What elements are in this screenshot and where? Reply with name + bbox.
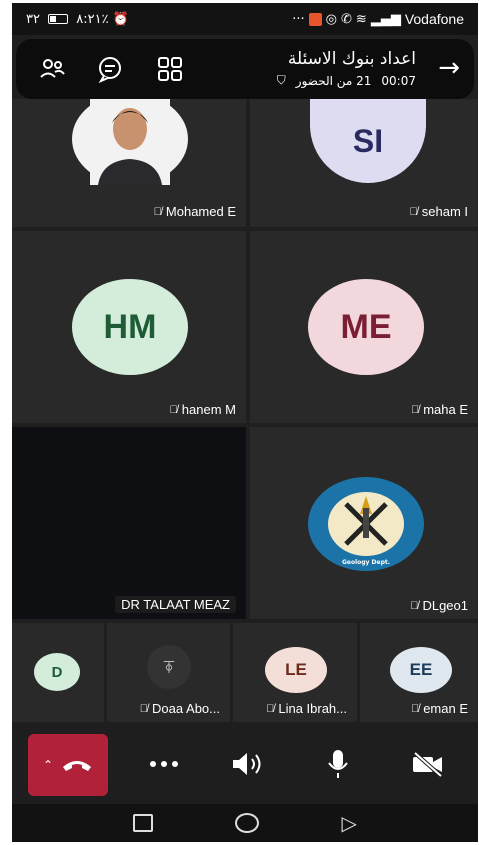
avatar-photo — [72, 99, 188, 185]
avatar-initials: ME — [308, 279, 424, 375]
mic-off-icon: 🎙̸ — [409, 205, 418, 218]
participant-name: DR TALAAT MEAZ — [115, 596, 236, 613]
participant-tile[interactable]: Geology Dept. 🎙̸ DLgeo1 — [250, 427, 478, 619]
carrier-name: Vodafone — [404, 11, 464, 27]
microphone-icon — [328, 750, 348, 778]
mic-off-icon: 🎙̸ — [153, 205, 162, 218]
microphone-button[interactable] — [316, 744, 360, 784]
whatsapp-icon: ✆ — [341, 11, 352, 27]
avatar-initials: SI — [310, 99, 426, 183]
mic-off-icon: 🎙̸ — [139, 702, 149, 715]
meeting-title: اعداد بنوك الاسئلة — [287, 49, 416, 69]
call-duration: 00:07 — [381, 73, 416, 88]
back-arrow-icon[interactable]: → — [438, 53, 460, 83]
participant-tile[interactable]: HM 🎙̸ hanem M — [12, 231, 246, 423]
hangup-button[interactable]: ⌃ — [28, 734, 108, 796]
signal-icon: ▂▄▆ — [370, 11, 401, 27]
small-participant-tile[interactable]: LE 🎙̸ Lina Ibrah... — [233, 623, 357, 722]
more-icon — [150, 761, 178, 767]
participant-tile[interactable]: SI 🎙̸ seham I — [250, 99, 478, 227]
back-button[interactable]: ▷ — [342, 811, 357, 835]
attendee-count: 21 من الحضور — [295, 73, 372, 88]
status-right: ··· ◎ ✆ ≋ ▂▄▆ Vodafone — [292, 11, 464, 27]
more-options-button[interactable] — [142, 744, 186, 784]
mic-off-icon: 🎙̸ — [410, 702, 420, 715]
participant-tile[interactable]: 🎙̸ Mohamed E — [12, 99, 246, 227]
shield-icon: ⛉ — [276, 73, 286, 87]
battery-icon — [48, 14, 69, 24]
instagram-icon: ◎ — [325, 11, 338, 27]
camera-button[interactable] — [406, 744, 450, 784]
mic-off-icon: 🎙̸ — [169, 403, 178, 416]
notifications-more-icon: ··· — [292, 11, 305, 27]
avatar-initials: LE — [265, 647, 327, 693]
logo-text: Geology Dept. — [342, 559, 390, 566]
home-button[interactable] — [235, 813, 260, 833]
chat-icon[interactable] — [96, 55, 124, 83]
participant-name: 🎙̸ hanem M — [169, 402, 236, 417]
alarm-icon: ⏰ — [112, 11, 129, 27]
participants-icon[interactable] — [38, 55, 66, 83]
chevron-up-icon: ⌃ — [42, 758, 54, 772]
participant-name: 🎙̸ seham I — [409, 204, 469, 219]
app-notif-icon — [308, 12, 322, 26]
avatar-initials: HM — [72, 279, 188, 375]
mic-off-icon: 🎙̸ — [410, 599, 419, 612]
department-logo: Geology Dept. — [308, 477, 424, 571]
speaker-icon — [233, 753, 261, 775]
video-tile[interactable]: DR TALAAT MEAZ — [12, 427, 246, 619]
participant-name: 🎙̸ Doaa Abo... — [139, 701, 220, 716]
recents-button[interactable] — [133, 814, 154, 832]
small-participant-tile[interactable]: D — [12, 623, 104, 722]
camera-off-icon — [413, 751, 443, 777]
speaker-button[interactable] — [226, 744, 270, 784]
mic-muted-icon: ⍕ — [147, 645, 191, 689]
avatar-initials: D — [34, 653, 80, 691]
call-controls: ⌃ — [12, 722, 478, 804]
status-left: ٨:٢١ ٣٢٪ ⏰ — [26, 12, 292, 27]
participant-name: 🎙̸ eman E — [410, 701, 468, 716]
status-bar: ٨:٢١ ٣٢٪ ⏰ ··· ◎ ✆ ≋ ▂▄▆ Vodafone — [12, 3, 478, 35]
small-participant-tile[interactable]: EE 🎙̸ eman E — [360, 623, 478, 722]
gallery-layout-icon[interactable] — [156, 55, 184, 83]
mic-off-icon: 🎙̸ — [410, 403, 420, 416]
mic-off-icon: 🎙̸ — [266, 702, 275, 715]
participant-tile[interactable]: ME 🎙̸ maha E — [250, 231, 478, 423]
meeting-subtitle: ⛉ 21 من الحضور 00:07 — [277, 73, 416, 88]
small-participant-tile[interactable]: ⍕ 🎙̸ Doaa Abo... — [107, 623, 230, 722]
participant-name: 🎙̸ maha E — [410, 402, 468, 417]
clock: ٨:٢١ — [76, 11, 102, 27]
participant-name: 🎙̸ Lina Ibrah... — [266, 701, 347, 716]
teams-call-screen: ٨:٢١ ٣٢٪ ⏰ ··· ◎ ✆ ≋ ▂▄▆ Vodafone اعداد … — [12, 3, 478, 842]
participant-name: 🎙̸ Mohamed E — [153, 204, 236, 219]
avatar-initials: EE — [390, 647, 452, 693]
wifi-icon: ≋ — [355, 11, 367, 27]
phone-hangup-icon — [63, 761, 92, 771]
system-nav-bar: ▷ — [12, 804, 478, 842]
participant-name: 🎙̸ DLgeo1 — [410, 598, 468, 613]
call-header: اعداد بنوك الاسئلة ⛉ 21 من الحضور 00:07 … — [16, 39, 474, 99]
